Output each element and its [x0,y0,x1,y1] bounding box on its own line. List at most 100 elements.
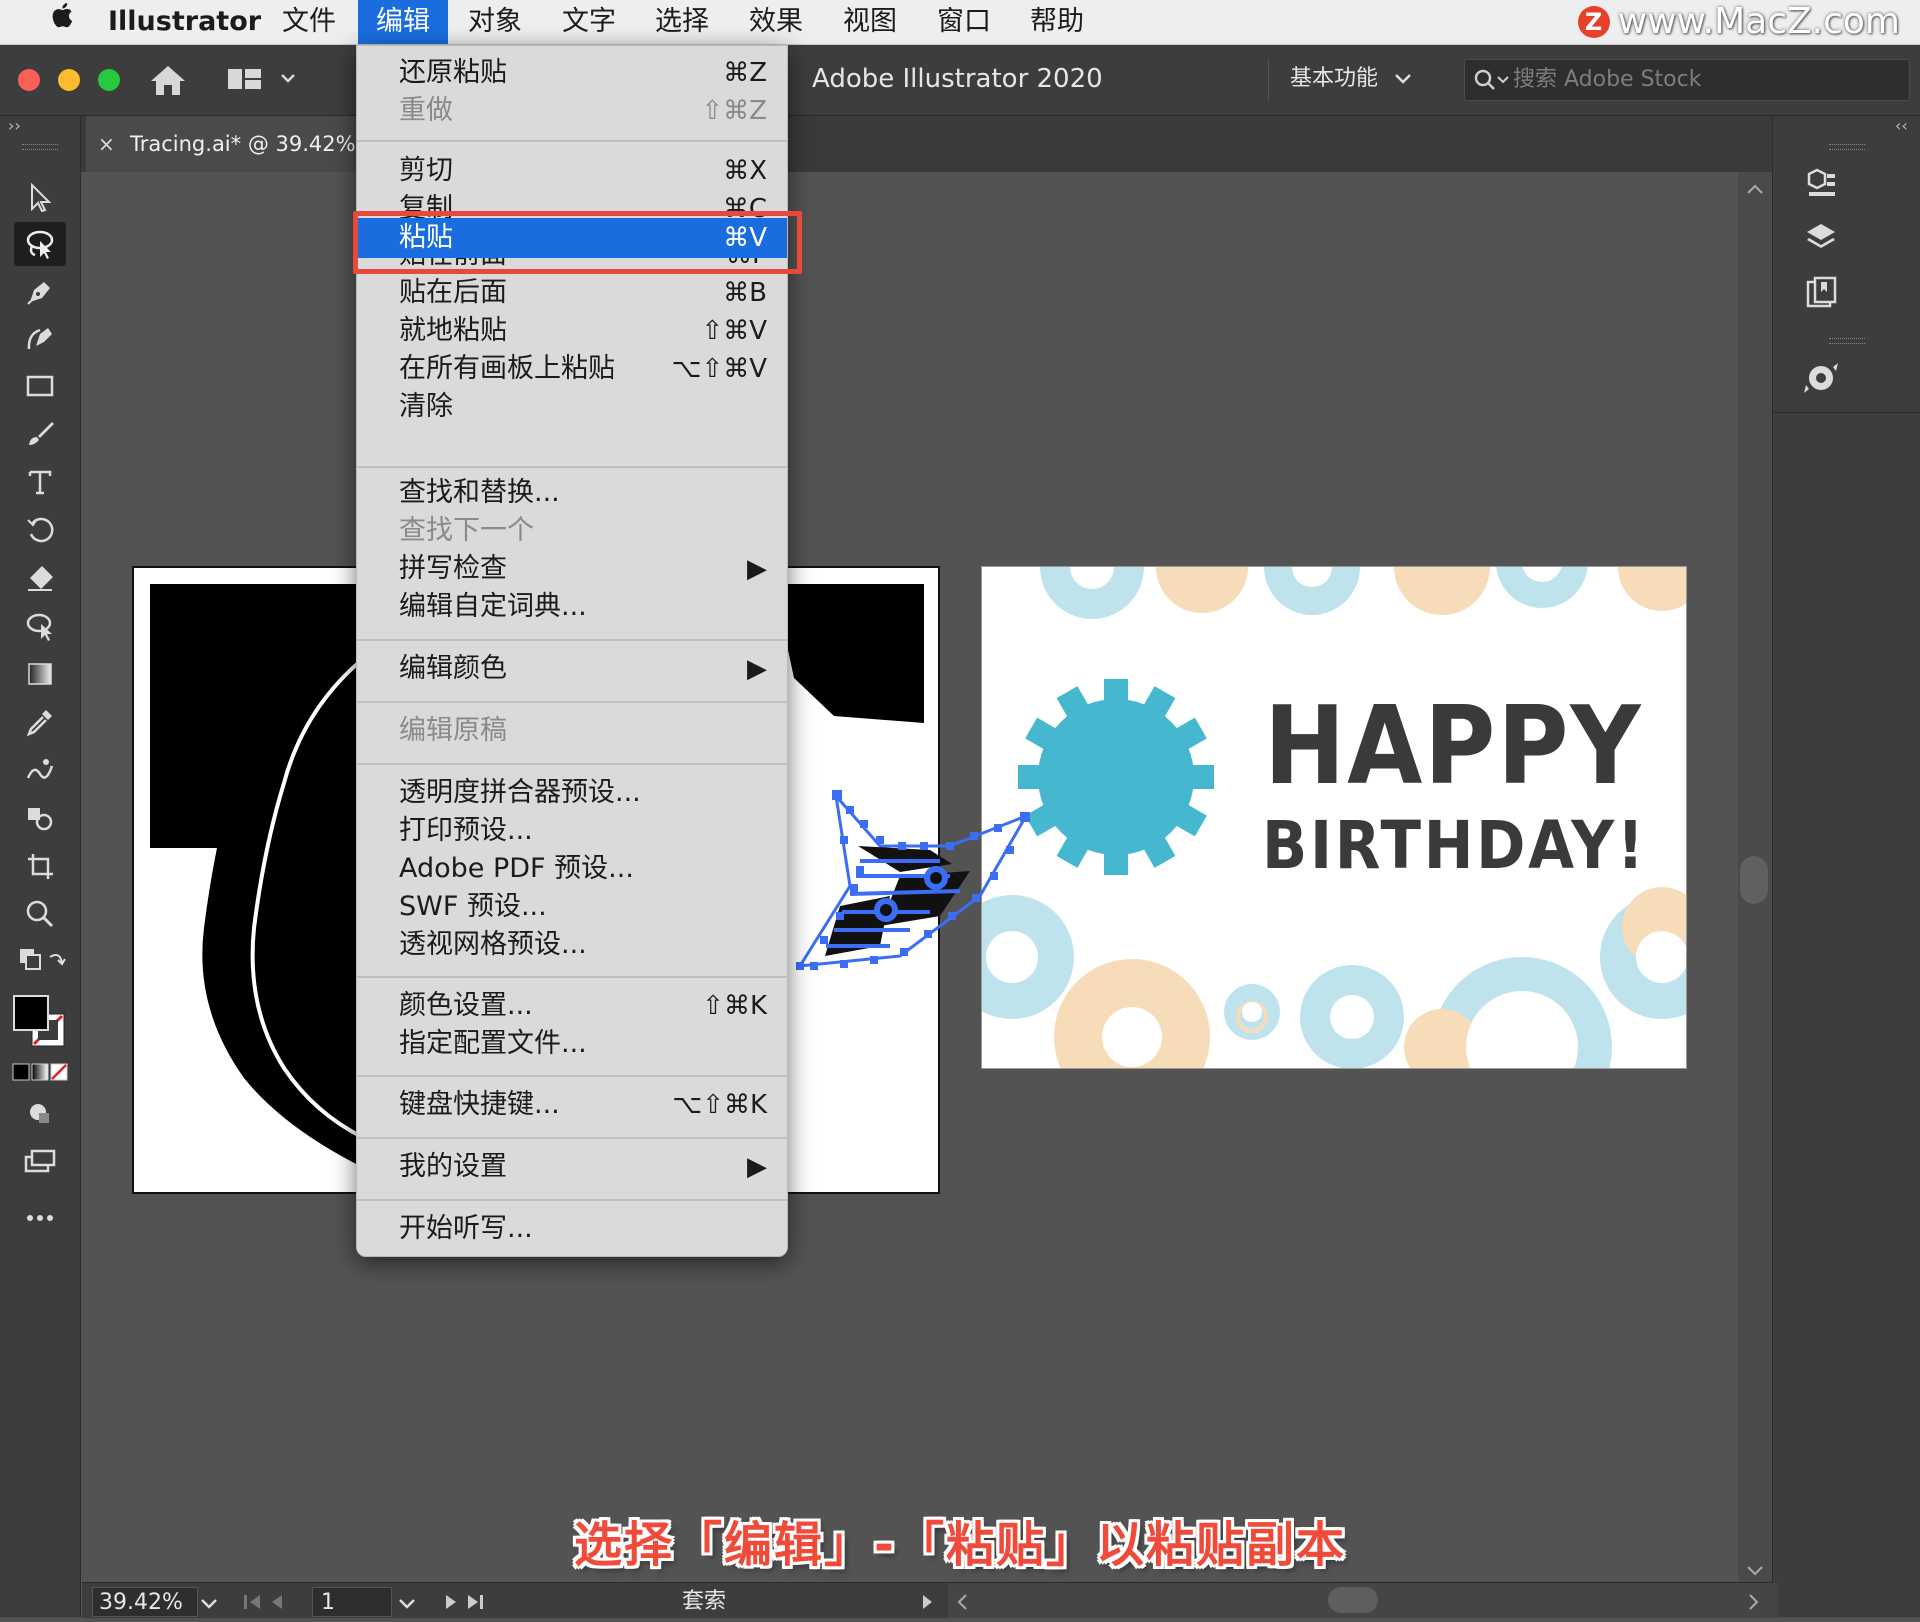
menu-item-swf-presets[interactable]: SWF 预设... [357,888,787,926]
swap-fill-stroke-icon[interactable] [14,938,66,982]
recolor-panel-icon[interactable] [1797,356,1845,400]
menu-item-print-presets[interactable]: 打印预设... [357,812,787,850]
scroll-up-icon[interactable] [1746,180,1764,199]
pasted-artwork-selection[interactable] [780,776,1040,976]
menu-separator [357,466,787,468]
eyedropper-tool-icon[interactable] [14,700,66,744]
layers-icon[interactable] [1797,216,1845,260]
divider [1268,59,1269,101]
menu-view[interactable]: 视图 [831,0,909,44]
gradient-tool-icon[interactable] [14,652,66,696]
menu-type[interactable]: 文字 [550,0,628,44]
menu-separator [357,1199,787,1201]
curvature-tool-icon[interactable] [14,316,66,360]
status-menu-arrow-icon[interactable] [920,1593,934,1615]
panel-grip[interactable] [1829,144,1865,150]
vertical-scroll-thumb[interactable] [1740,856,1768,904]
apple-menu-icon[interactable] [36,0,86,44]
expand-panel-icon[interactable]: ›› [8,116,21,135]
selection-tool-icon[interactable] [14,176,66,220]
menu-item-undo-paste[interactable]: 还原粘贴 ⌘Z [357,54,787,92]
menu-item-start-dictation[interactable]: 开始听写... [357,1210,787,1248]
menu-item-paste-in-back[interactable]: 贴在后面 ⌘B [357,274,787,312]
type-tool-icon[interactable] [14,460,66,504]
zoom-level-field[interactable]: 39.42% [92,1587,198,1617]
menu-separator [357,140,787,142]
menu-item-clear[interactable]: 清除 [357,388,787,426]
menu-item-assign-profile[interactable]: 指定配置文件... [357,1025,787,1063]
color-mode-buttons[interactable] [12,1062,70,1086]
menu-item-keyboard-shortcuts[interactable]: 键盘快捷键... ⌥⇧⌘K [357,1086,787,1124]
puppet-warp-tool-icon[interactable] [14,604,66,648]
blend-tool-icon[interactable] [14,748,66,792]
menu-item-color-settings[interactable]: 颜色设置... ⇧⌘K [357,987,787,1025]
current-tool-label: 套索 [682,1589,727,1614]
screen-mode-icon[interactable] [14,1140,66,1184]
horizontal-scrollbar[interactable] [948,1583,1778,1618]
home-icon[interactable] [148,63,188,101]
menu-separator [357,701,787,703]
menu-item-my-settings[interactable]: 我的设置 ▶ [357,1148,787,1186]
menu-item-cut[interactable]: 剪切 ⌘X [357,152,787,190]
panel-grip[interactable] [22,144,58,150]
workspace-switcher[interactable]: 基本功能 [1290,45,1412,115]
menu-item-transparency-flattener-presets[interactable]: 透明度拼合器预设... [357,774,787,812]
menu-item-edit-custom-dictionary[interactable]: 编辑自定词典... [357,588,787,626]
next-artboard-icon[interactable] [442,1593,486,1615]
artboard-dropdown-icon[interactable] [398,1595,416,1614]
menu-effect[interactable]: 效果 [737,0,815,44]
menu-item-find-next: 查找下一个 [399,515,534,546]
app-title: Adobe Illustrator 2020 [812,64,1103,94]
rotate-tool-icon[interactable] [14,508,66,552]
zoom-window-button[interactable] [98,69,120,91]
panel-grip[interactable] [1829,338,1865,344]
menu-item-edit-colors[interactable]: 编辑颜色 ▶ [357,650,787,688]
more-tools-icon[interactable] [14,1196,66,1240]
first-artboard-icon[interactable] [242,1593,286,1615]
menu-window[interactable]: 窗口 [925,0,1003,44]
artboard-number-field[interactable]: 1 [312,1587,392,1617]
pen-tool-icon[interactable] [14,270,66,314]
menu-item-pdf-presets[interactable]: Adobe PDF 预设... [357,850,787,888]
menu-help[interactable]: 帮助 [1018,0,1096,44]
menu-select[interactable]: 选择 [643,0,721,44]
rectangle-tool-icon[interactable] [14,364,66,408]
scroll-right-icon[interactable] [1748,1593,1760,1615]
eraser-tool-icon[interactable] [14,556,66,600]
menu-item-edit-original: 编辑原稿 [399,715,507,746]
menu-item-spell-check[interactable]: 拼写检查 ▶ [357,550,787,588]
menu-separator [357,976,787,978]
menu-app-name[interactable]: Illustrator [96,0,273,44]
workspace-label: 基本功能 [1290,66,1379,91]
menu-item-find-replace[interactable]: 查找和替换... [357,474,787,512]
libraries-icon[interactable] [1797,160,1845,204]
horizontal-scroll-thumb[interactable] [1328,1587,1378,1613]
menu-file[interactable]: 文件 [270,0,348,44]
zoom-dropdown-icon[interactable] [200,1595,218,1614]
drawing-mode-icon[interactable] [14,1092,66,1136]
document-tab[interactable]: × Tracing.ai* @ 39.42% ( [86,116,370,172]
artboards-panel-icon[interactable] [1797,272,1845,316]
fill-stroke-swatch[interactable] [12,994,68,1050]
artboard-birthday-card[interactable]: HAPPY BIRTHDAY! [981,566,1687,1069]
status-bar: 39.42% 1 套索 [82,1582,1778,1618]
arrange-documents-icon[interactable] [226,65,296,99]
macos-menu-bar: Illustrator 文件 编辑 对象 文字 选择 效果 视图 窗口 帮助 Z… [0,0,1920,45]
zoom-tool-icon[interactable] [14,892,66,936]
scroll-left-icon[interactable] [956,1593,968,1615]
artboard-tool-icon[interactable] [14,844,66,888]
stock-search-input[interactable]: 搜索 Adobe Stock [1464,59,1910,101]
close-window-button[interactable] [18,69,40,91]
lasso-tool-icon[interactable] [14,222,66,266]
menu-item-perspective-grid-presets[interactable]: 透视网格预设... [357,926,787,964]
menu-item-paste-on-all-artboards[interactable]: 在所有画板上粘贴 ⌥⇧⌘V [357,350,787,388]
menu-object[interactable]: 对象 [456,0,534,44]
paintbrush-tool-icon[interactable] [14,412,66,456]
menu-item-paste-in-place[interactable]: 就地粘贴 ⇧⌘V [357,312,787,350]
symbol-sprayer-tool-icon[interactable] [14,796,66,840]
expand-panels-icon[interactable]: ‹‹ [1895,116,1908,135]
menu-edit[interactable]: 编辑 [358,0,448,44]
close-tab-icon[interactable]: × [98,116,115,172]
menu-separator [357,1137,787,1139]
minimize-window-button[interactable] [58,69,80,91]
